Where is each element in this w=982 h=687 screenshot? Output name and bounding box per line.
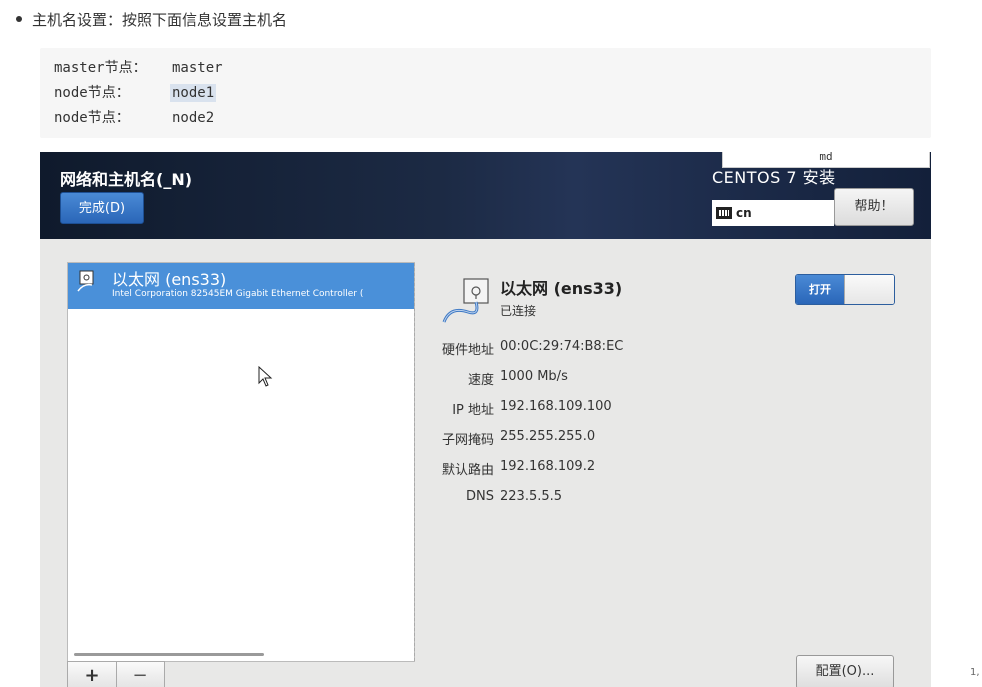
code-key: node节点： (54, 85, 130, 101)
keyboard-icon (716, 206, 732, 219)
doc-bullet: 主机名设置：按照下面信息设置主机名 (16, 9, 287, 30)
bullet-dot-icon (16, 15, 22, 22)
detail-label: IP 地址 (452, 403, 494, 418)
page-number: 1, (970, 667, 980, 678)
detail-row-speed: 速度 1000 Mb/s (40, 369, 931, 389)
device-toggle-switch[interactable]: 打开 (795, 274, 895, 305)
add-device-button[interactable]: + (68, 662, 117, 687)
detail-value: 00:0C:29:74:B8:EC (500, 339, 624, 354)
detail-value: 255.255.255.0 (500, 429, 596, 444)
toggle-knob (844, 275, 894, 304)
detail-value: 192.168.109.100 (500, 399, 612, 414)
ethernet-icon (442, 278, 489, 323)
device-name: 以太网 (ens33) (500, 279, 623, 298)
add-remove-group: + − (67, 661, 165, 687)
device-status: 已连接 (500, 304, 537, 318)
installer-screenshot: 网络和主机名(_N) 完成(D) md CENTOS 7 安装 cn 帮助！ 以… (40, 152, 931, 687)
remove-device-button[interactable]: − (116, 662, 164, 687)
toggle-on-label: 打开 (796, 275, 844, 304)
detail-label: 子网掩码 (441, 433, 494, 448)
page-title: 网络和主机名(_N) (60, 170, 193, 189)
list-item-ens33[interactable]: 以太网 (ens33) Intel Corporation 82545EM Gi… (68, 263, 414, 309)
code-value-highlighted: node1 (170, 84, 217, 102)
done-button[interactable]: 完成(D) (60, 192, 144, 224)
horizontal-scrollbar[interactable] (74, 653, 264, 656)
detail-row-dns: DNS 223.5.5.5 (40, 489, 931, 509)
detail-label: DNS (466, 489, 494, 504)
keyboard-layout-label: cn (736, 206, 752, 220)
code-key: master节点： (54, 60, 147, 76)
detail-label: 速度 (467, 373, 494, 388)
detail-row-ip: IP 地址 192.168.109.100 (40, 399, 931, 419)
detail-value: 192.168.109.2 (500, 459, 596, 474)
code-value: master (172, 60, 223, 76)
detail-value: 223.5.5.5 (500, 489, 563, 504)
configure-button[interactable]: 配置(O)... (796, 655, 894, 687)
help-button[interactable]: 帮助！ (834, 188, 914, 226)
detail-value: 1000 Mb/s (500, 369, 568, 384)
code-row: master节点： master (54, 57, 225, 79)
detail-label: 硬件地址 (441, 343, 494, 358)
product-title: CENTOS 7 安装 (712, 168, 836, 187)
keyboard-layout-indicator[interactable]: cn (712, 200, 834, 226)
code-block: master节点： master node节点： node1 node节点： node… (40, 48, 931, 138)
detail-row-gateway: 默认路由 192.168.109.2 (40, 459, 931, 479)
code-key: node节点： (54, 110, 130, 126)
detail-row-hwaddr: 硬件地址 00:0C:29:74:B8:EC (40, 339, 931, 359)
mouse-cursor-icon (258, 366, 273, 387)
detail-row-netmask: 子网掩码 255.255.255.0 (40, 429, 931, 449)
code-row: node节点： node1 (54, 82, 217, 104)
doc-bullet-text: 主机名设置：按照下面信息设置主机名 (32, 11, 288, 29)
code-value: node2 (172, 110, 215, 126)
list-item-desc: Intel Corporation 82545EM Gigabit Ethern… (112, 289, 364, 299)
installer-header: 网络和主机名(_N) 完成(D) md CENTOS 7 安装 cn 帮助！ (40, 152, 931, 239)
code-row: node节点： node2 (54, 107, 216, 129)
detail-label: 默认路由 (441, 463, 494, 478)
list-item-name: 以太网 (ens33) (112, 270, 227, 289)
network-card-icon (77, 270, 94, 292)
